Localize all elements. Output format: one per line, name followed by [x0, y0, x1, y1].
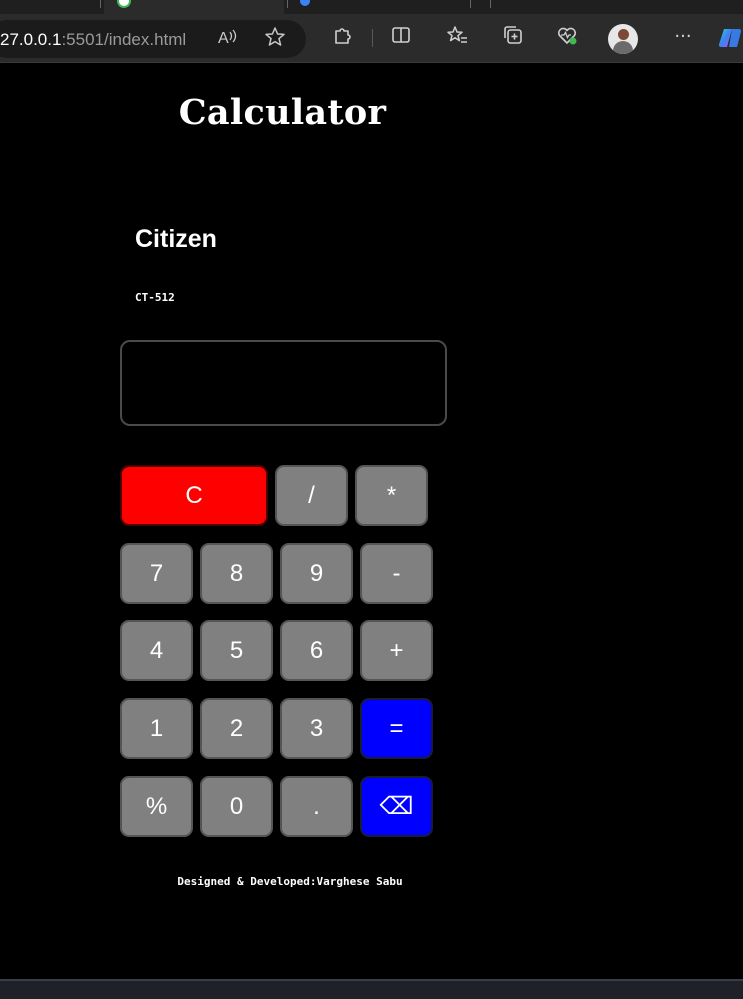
favorite-star-icon[interactable]	[262, 26, 288, 52]
tab-separator	[470, 0, 471, 8]
browser-tab-strip	[0, 0, 743, 14]
digit-1-button[interactable]: 1	[120, 698, 193, 759]
clear-button[interactable]: C	[120, 465, 268, 526]
subtract-button[interactable]: -	[360, 543, 433, 604]
digit-4-button[interactable]: 4	[120, 620, 193, 681]
url-path: :5501/index.html	[61, 30, 187, 49]
more-icon[interactable]: ···	[670, 24, 696, 50]
tab-favicon	[300, 0, 310, 6]
read-aloud-icon[interactable]: A	[214, 26, 240, 52]
avatar-body	[613, 41, 633, 54]
address-bar[interactable]: 27.0.0.1:5501/index.html A	[0, 20, 306, 58]
digit-6-button[interactable]: 6	[280, 620, 353, 681]
decimal-point-button[interactable]: .	[280, 776, 353, 837]
add-button[interactable]: +	[360, 620, 433, 681]
browser-essentials-icon[interactable]	[554, 24, 580, 50]
collections-icon[interactable]	[500, 24, 526, 50]
digit-8-button[interactable]: 8	[200, 543, 273, 604]
digit-7-button[interactable]: 7	[120, 543, 193, 604]
window-bottom-edge	[0, 979, 743, 999]
percent-button[interactable]: %	[120, 776, 193, 837]
digit-2-button[interactable]: 2	[200, 698, 273, 759]
avatar-head	[618, 29, 629, 40]
tab-separator	[287, 0, 288, 8]
calculator-display[interactable]	[120, 340, 447, 426]
page-title: Calculator	[178, 92, 387, 133]
backspace-button[interactable]: ⌫	[360, 776, 433, 837]
svg-text:A: A	[218, 30, 229, 47]
tab-separator	[490, 0, 491, 8]
copilot-icon[interactable]	[718, 25, 743, 51]
url-host: 27.0.0.1	[0, 30, 62, 49]
browser-toolbar: 27.0.0.1:5501/index.html A ···	[0, 14, 743, 63]
multiply-button[interactable]: *	[355, 465, 428, 526]
toolbar-divider	[372, 29, 373, 47]
divide-button[interactable]: /	[275, 465, 348, 526]
profile-avatar[interactable]	[608, 24, 638, 54]
calculator-brand: Citizen	[135, 225, 217, 253]
split-screen-icon[interactable]	[388, 24, 414, 50]
browser-tab-active[interactable]	[104, 0, 284, 14]
tab-separator	[100, 0, 101, 8]
digit-9-button[interactable]: 9	[280, 543, 353, 604]
digit-5-button[interactable]: 5	[200, 620, 273, 681]
digit-0-button[interactable]: 0	[200, 776, 273, 837]
url-text[interactable]: 27.0.0.1:5501/index.html	[0, 30, 186, 50]
digit-3-button[interactable]: 3	[280, 698, 353, 759]
footer-credit: Designed & Developed:Varghese Sabu	[177, 875, 403, 888]
favorites-icon[interactable]	[444, 24, 470, 50]
equals-button[interactable]: =	[360, 698, 433, 759]
calculator-model: CT-512	[135, 291, 175, 304]
extensions-icon[interactable]	[329, 24, 355, 50]
